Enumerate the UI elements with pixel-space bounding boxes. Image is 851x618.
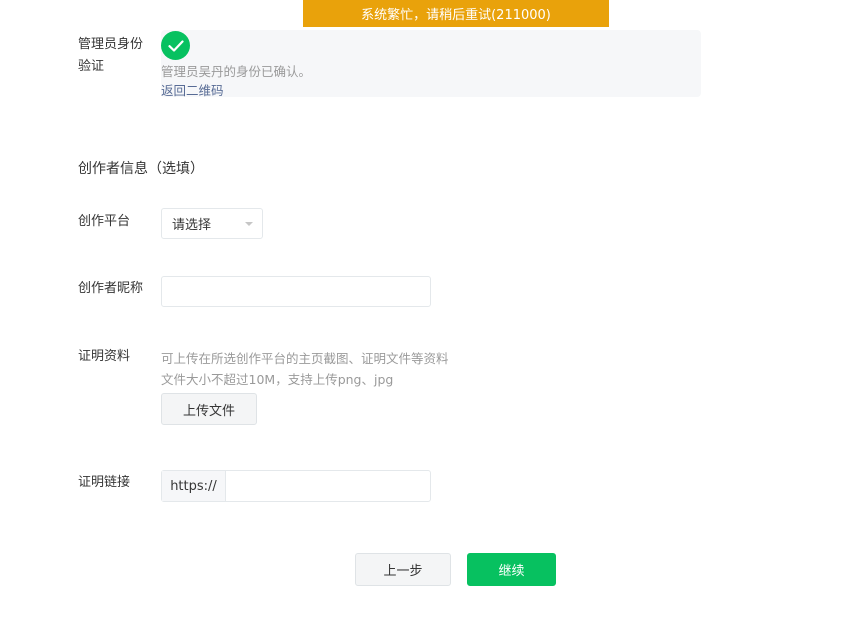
prev-step-button[interactable]: 上一步 bbox=[355, 553, 451, 586]
proof-hint-line1: 可上传在所选创作平台的主页截图、证明文件等资料 bbox=[161, 351, 449, 366]
toast-message: 系统繁忙，请稍后重试(211000) bbox=[361, 8, 551, 23]
page: 系统繁忙，请稍后重试(211000) 管理员身份 验证 管理员吴丹的身份已确认。… bbox=[0, 0, 851, 618]
upload-file-button[interactable]: 上传文件 bbox=[161, 393, 257, 425]
platform-select-value: 请选择 bbox=[172, 218, 212, 233]
proof-link-label: 证明链接 bbox=[78, 475, 131, 490]
admin-verify-label: 管理员身份 验证 bbox=[78, 37, 144, 74]
nickname-input[interactable] bbox=[161, 276, 431, 307]
error-toast: 系统繁忙，请稍后重试(211000) bbox=[303, 0, 609, 27]
proof-link-field: https:// bbox=[161, 470, 431, 502]
platform-select[interactable]: 请选择 bbox=[161, 208, 263, 239]
back-to-qrcode-link[interactable]: 返回二维码 bbox=[161, 80, 224, 99]
verify-confirmed-text: 管理员吴丹的身份已确认。 bbox=[161, 64, 312, 79]
chevron-down-icon bbox=[245, 222, 253, 226]
url-prefix: https:// bbox=[162, 471, 226, 501]
proof-label: 证明资料 bbox=[78, 349, 131, 364]
nickname-label: 创作者昵称 bbox=[78, 281, 144, 296]
platform-label: 创作平台 bbox=[78, 214, 131, 229]
check-circle-icon bbox=[161, 31, 190, 60]
continue-button[interactable]: 继续 bbox=[467, 553, 556, 586]
proof-hint-line2: 文件大小不超过10M，支持上传png、jpg bbox=[161, 372, 394, 387]
proof-link-input[interactable] bbox=[226, 471, 430, 501]
section-title: 创作者信息（选填） bbox=[78, 161, 204, 177]
